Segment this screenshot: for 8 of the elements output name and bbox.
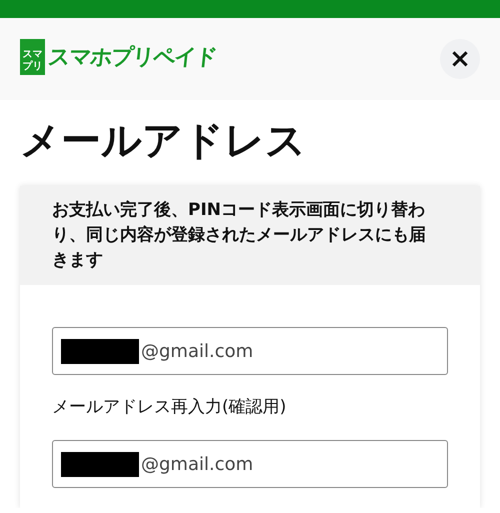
field-label: メールアドレス再入力(確認用) bbox=[52, 396, 288, 418]
logo-badge: スマ プリ bbox=[20, 39, 45, 75]
email-field[interactable]: @gmail.com bbox=[52, 440, 448, 488]
notice-text: お支払い完了後、PINコード表示画面に切り替わり、同じ内容が登録されたメールアドレスにも届きます bbox=[20, 186, 480, 285]
email-field[interactable]: @gmail.com bbox=[52, 327, 448, 375]
page-title: メールアドレス bbox=[20, 117, 307, 166]
logo-text: スマホプリペイド bbox=[46, 44, 218, 72]
close-button[interactable]: × bbox=[440, 39, 480, 79]
